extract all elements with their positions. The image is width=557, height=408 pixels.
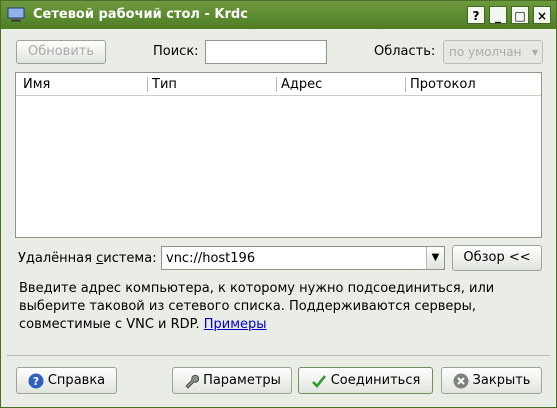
title-bar[interactable]: Сетевой рабочий стол - Krdc ? _ □ × xyxy=(1,1,556,29)
close-button[interactable]: Закрыть xyxy=(441,367,542,394)
scope-select[interactable]: по умолчан ▾ xyxy=(443,40,543,64)
minimize-button[interactable]: _ xyxy=(489,6,507,24)
chevron-down-icon[interactable]: ▼ xyxy=(426,247,444,269)
close-window-button[interactable]: × xyxy=(533,6,551,24)
search-input[interactable] xyxy=(205,40,327,64)
help-icon: ? xyxy=(28,373,44,388)
column-header-name[interactable]: Имя xyxy=(23,77,50,92)
svg-text:?: ? xyxy=(33,375,39,388)
help-title-button[interactable]: ? xyxy=(467,6,485,24)
divider xyxy=(7,355,550,356)
column-header-type[interactable]: Тип xyxy=(152,77,177,92)
remote-address-combo[interactable]: vnc://host196 ▼ xyxy=(161,246,445,270)
column-header-address[interactable]: Адрес xyxy=(281,77,322,92)
close-circle-icon xyxy=(453,373,469,388)
checkmark-icon xyxy=(311,374,326,388)
remote-system-label: Удалённая система: xyxy=(18,251,157,266)
monitor-icon xyxy=(7,7,25,22)
browse-button[interactable]: Обзор << xyxy=(452,245,542,271)
hint-text: Введите адрес компьютера, к которому нуж… xyxy=(19,280,539,334)
window-title: Сетевой рабочий стол - Krdc xyxy=(33,7,248,22)
settings-button-label: Параметры xyxy=(203,373,281,388)
refresh-button-label: Обновить xyxy=(27,44,95,59)
chevron-down-icon: ▾ xyxy=(531,45,538,59)
refresh-button[interactable]: Обновить xyxy=(16,40,106,64)
browse-button-label: Обзор << xyxy=(463,250,531,265)
maximize-button[interactable]: □ xyxy=(511,6,529,24)
help-button-label: Справка xyxy=(47,373,106,388)
scope-select-value: по умолчан xyxy=(449,45,522,59)
search-label: Поиск: xyxy=(153,44,199,59)
hosts-table[interactable]: Имя Тип Адрес Протокол xyxy=(15,72,542,238)
settings-button[interactable]: Параметры xyxy=(172,367,292,394)
help-button[interactable]: ? Справка xyxy=(16,367,117,394)
column-header-protocol[interactable]: Протокол xyxy=(410,77,476,92)
connect-button-label: Соединиться xyxy=(330,373,421,388)
table-header: Имя Тип Адрес Протокол xyxy=(16,73,541,96)
examples-link[interactable]: Примеры xyxy=(204,317,267,332)
connect-button[interactable]: Соединиться xyxy=(298,367,433,394)
wrench-icon xyxy=(185,374,200,389)
close-button-label: Закрыть xyxy=(472,373,531,388)
scope-label: Область: xyxy=(374,44,436,59)
remote-address-value: vnc://host196 xyxy=(166,251,256,266)
krdc-window: Сетевой рабочий стол - Krdc ? _ □ × Обно… xyxy=(0,0,557,408)
